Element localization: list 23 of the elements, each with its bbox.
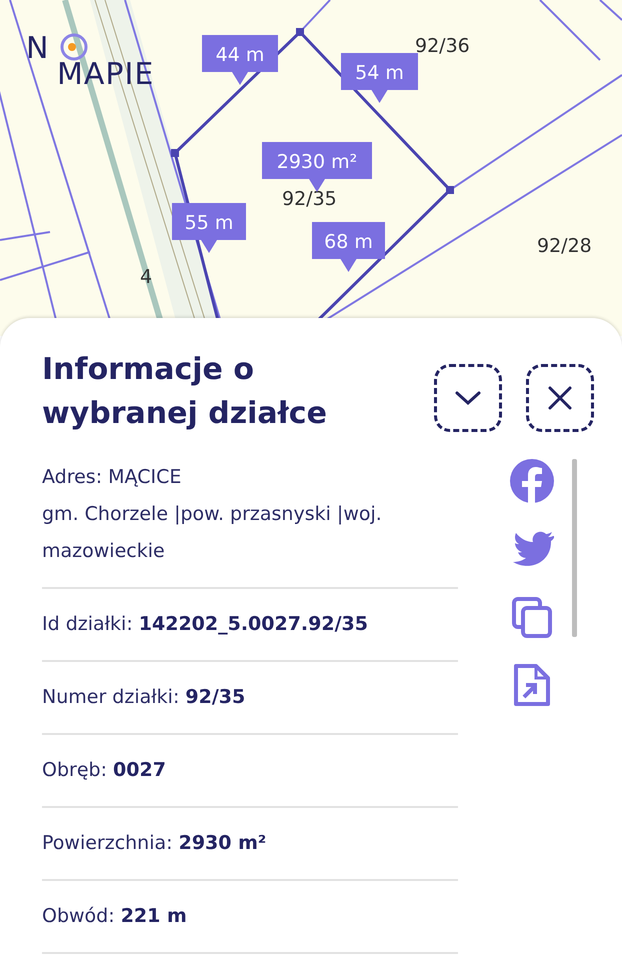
- panel-title: Informacje o wybranej działce: [42, 351, 328, 432]
- measurement-label: 2930 m²: [262, 142, 372, 192]
- copy-icon: [510, 595, 554, 639]
- logo-text: N: [26, 34, 50, 64]
- parcel-detail: Powierzchnia: 2930 m²: [42, 808, 458, 881]
- facebook-icon: [510, 459, 554, 503]
- collapse-button[interactable]: [434, 364, 502, 432]
- address-text: Adres: MĄCICE gm. Chorzele |pow. przasnyski |woj. mazowieckie: [42, 459, 458, 589]
- measurement-label: 44 m: [202, 35, 278, 85]
- facebook-share-button[interactable]: [510, 459, 554, 503]
- parcel-detail: Obwód: 221 m: [42, 881, 458, 954]
- measurement-label: 55 m: [172, 203, 246, 253]
- close-button[interactable]: [526, 364, 594, 432]
- parcel-detail: Numer działki: 92/35: [42, 662, 458, 735]
- measurement-label: 54 m: [341, 53, 418, 103]
- chevron-down-icon: [455, 390, 481, 406]
- parcel-detail: Id działki: 142202_5.0027.92/35: [42, 589, 458, 662]
- parcel-number: 92/28: [537, 235, 592, 257]
- measurement-label: 68 m: [312, 222, 385, 272]
- close-icon: [548, 386, 572, 410]
- copy-button[interactable]: [510, 595, 554, 639]
- parcel-number: 92/36: [415, 35, 470, 57]
- parcel-detail: Obręb: 0027: [42, 735, 458, 808]
